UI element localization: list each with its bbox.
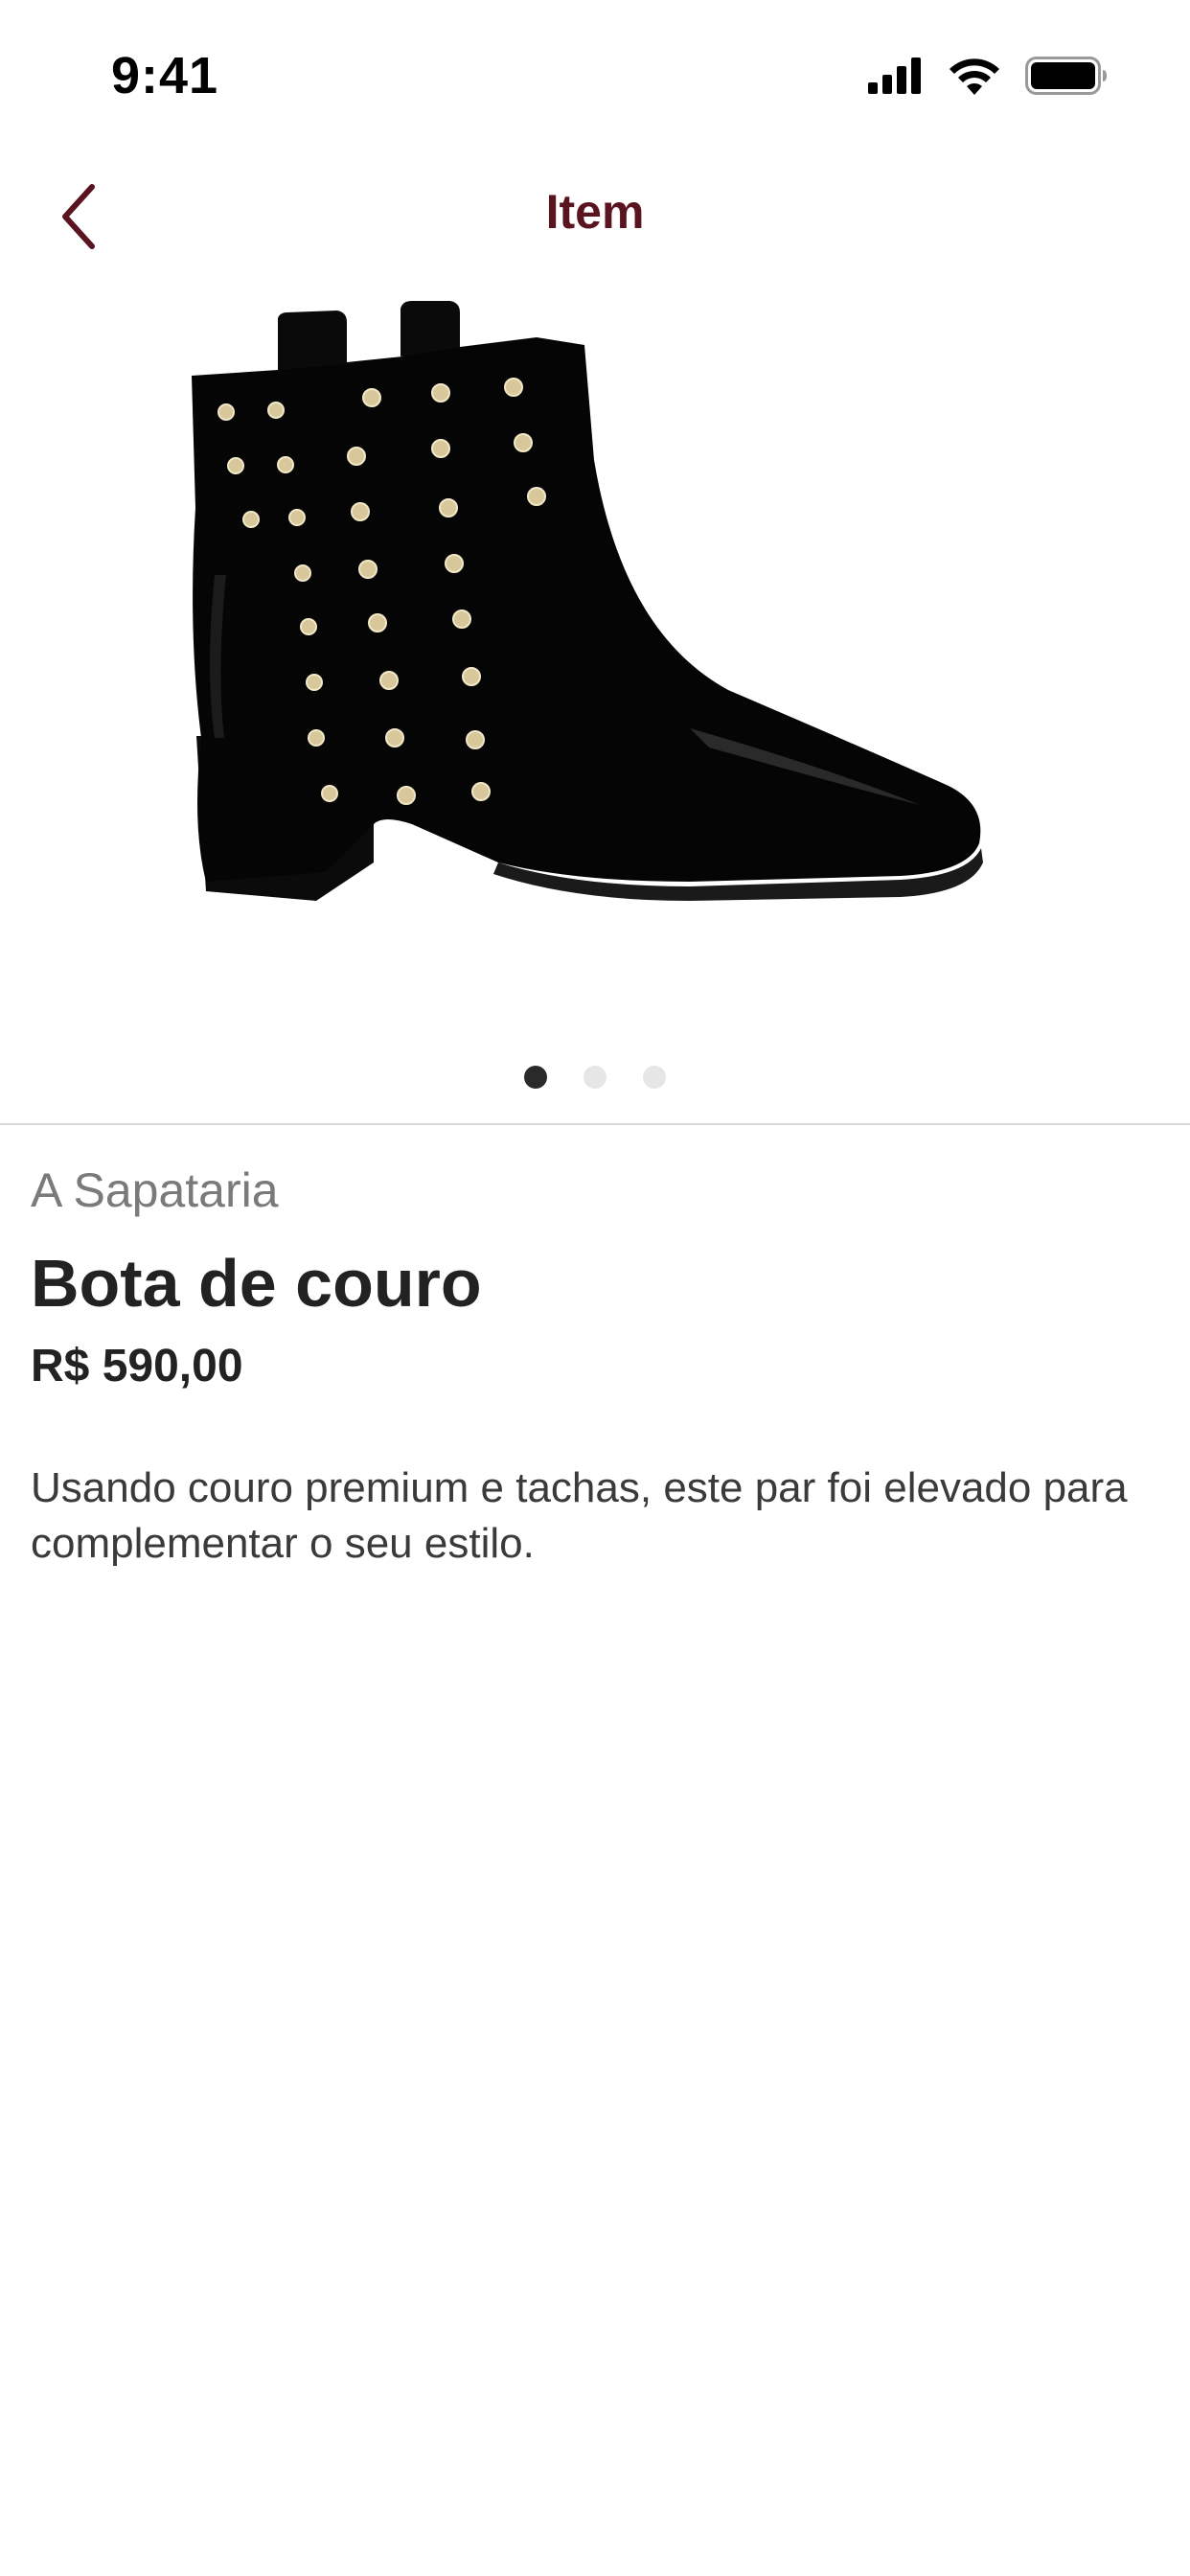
page-dot-3[interactable]	[643, 1066, 666, 1089]
navigation-bar: Item	[0, 163, 1190, 268]
wifi-icon	[949, 57, 1000, 100]
status-time: 9:41	[111, 47, 219, 104]
product-info: A Sapataria Bota de couro R$ 590,00 Usan…	[31, 1150, 1159, 1572]
carousel-page-indicator[interactable]	[0, 1066, 1190, 1094]
status-bar: 9:41	[0, 0, 1190, 144]
product-price: R$ 590,00	[31, 1341, 243, 1392]
page-dot-1[interactable]	[524, 1066, 547, 1089]
divider	[0, 1123, 1190, 1125]
page-title: Item	[545, 185, 645, 239]
product-image	[192, 301, 983, 901]
product-description: Usando couro premium e tachas, este par …	[31, 1464, 1128, 1567]
status-icons	[868, 54, 1108, 102]
page-dot-2[interactable]	[584, 1066, 606, 1089]
product-image-carousel[interactable]	[0, 288, 1190, 1035]
store-name: A Sapataria	[31, 1163, 279, 1217]
product-name: Bota de couro	[31, 1246, 482, 1321]
cellular-signal-icon	[868, 57, 924, 99]
battery-icon	[1025, 56, 1108, 100]
